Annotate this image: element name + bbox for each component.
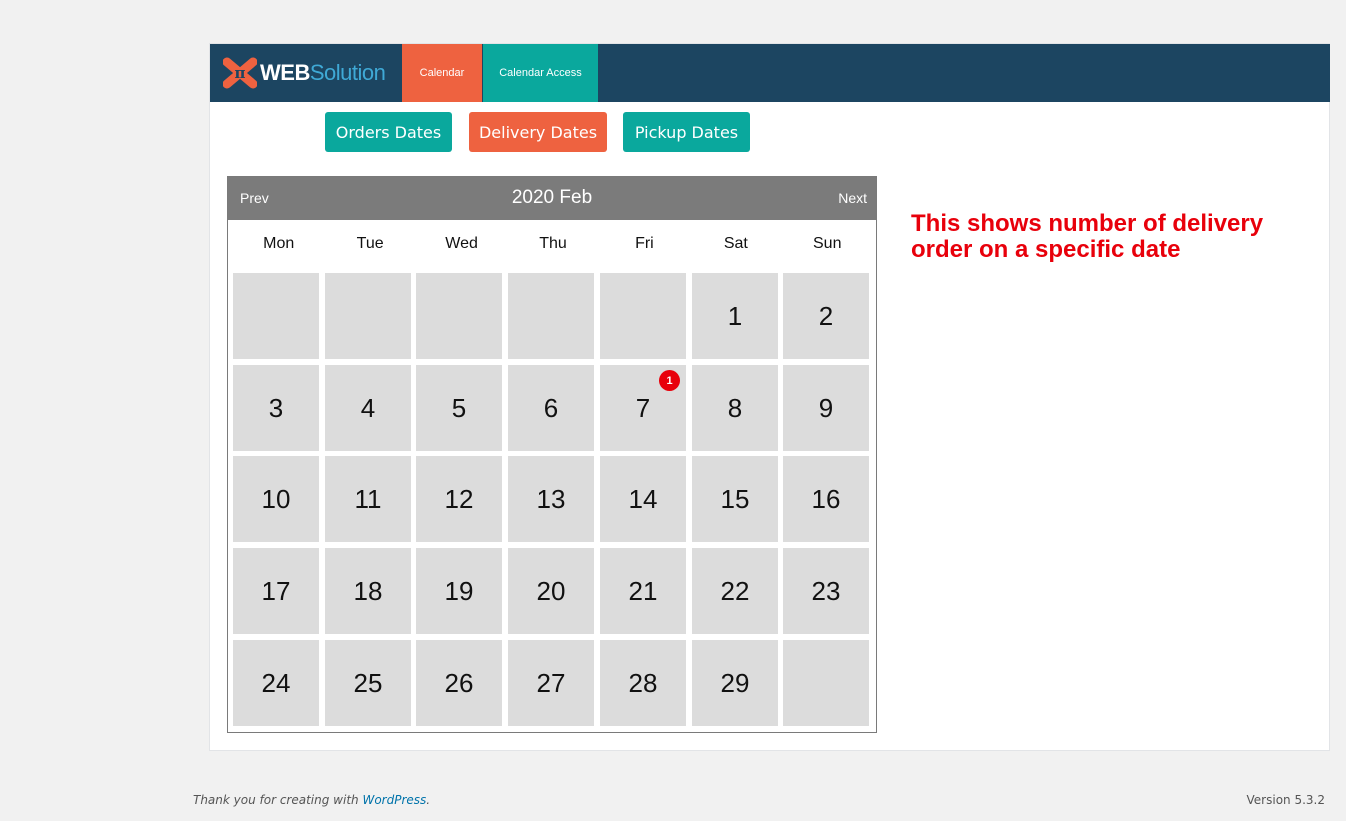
calendar-day-cell[interactable]: 28 bbox=[600, 640, 686, 726]
next-month-button[interactable]: Next bbox=[838, 190, 867, 206]
brand-solution-text: Solution bbox=[309, 60, 386, 85]
calendar-day-cell[interactable]: 24 bbox=[233, 640, 319, 726]
day-number: 4 bbox=[360, 392, 376, 423]
day-number: 27 bbox=[536, 667, 566, 698]
main-panel: π WEBSolution Calendar Calendar Access O… bbox=[209, 43, 1330, 751]
day-number: 8 bbox=[727, 392, 743, 423]
calendar-empty-cell bbox=[600, 273, 686, 359]
day-number: 16 bbox=[811, 483, 841, 514]
calendar-empty-cell bbox=[325, 273, 411, 359]
calendar-day-cell[interactable]: 21 bbox=[600, 548, 686, 634]
calendar-day-cell[interactable]: 1 bbox=[692, 273, 778, 359]
calendar-day-cell[interactable]: 23 bbox=[783, 548, 869, 634]
calendar-day-cell[interactable]: 10 bbox=[233, 456, 319, 542]
weekday-label: Sat bbox=[723, 235, 748, 252]
weekday-label: Thu bbox=[539, 235, 567, 252]
calendar-day-cell[interactable]: 5 bbox=[416, 365, 502, 451]
tab-calendar[interactable]: Calendar bbox=[402, 44, 482, 102]
calendar-month-title: 2020 Feb bbox=[511, 187, 593, 208]
brand-logo: π WEBSolution bbox=[223, 55, 386, 91]
calendar-day-cell[interactable]: 22 bbox=[692, 548, 778, 634]
calendar-widget: Prev 2020 Feb Next Mon Tue Wed Thu Fri Sat Sun… bbox=[227, 176, 877, 733]
day-number: 24 bbox=[261, 667, 291, 698]
calendar-day-cell[interactable]: 17 bbox=[233, 548, 319, 634]
calendar-day-cell[interactable]: 20 bbox=[508, 548, 594, 634]
day-number: 7 bbox=[635, 392, 651, 423]
weekday-label: Wed bbox=[445, 235, 478, 252]
day-number: 21 bbox=[628, 575, 658, 606]
top-navbar: π WEBSolution Calendar Calendar Access bbox=[210, 44, 1330, 102]
calendar-day-cell[interactable]: 4 bbox=[325, 365, 411, 451]
day-number: 18 bbox=[353, 575, 383, 606]
day-number: 20 bbox=[536, 575, 566, 606]
day-number: 17 bbox=[261, 575, 291, 606]
footer-thanks-suffix: . bbox=[426, 793, 431, 807]
calendar-day-cell[interactable]: 18 bbox=[325, 548, 411, 634]
day-number: 11 bbox=[354, 483, 382, 514]
calendar-empty-cell bbox=[233, 273, 319, 359]
day-number: 13 bbox=[536, 483, 566, 514]
brand-web-text: WEB bbox=[260, 60, 310, 85]
pi-logo-icon: π bbox=[223, 57, 257, 89]
pickup-dates-button[interactable]: Pickup Dates bbox=[623, 112, 750, 152]
footer-version: Version 5.3.2 bbox=[1246, 793, 1325, 807]
weekday-label: Tue bbox=[356, 235, 384, 252]
calendar-day-cell[interactable]: 14 bbox=[600, 456, 686, 542]
calendar-day-cell[interactable]: 27 bbox=[508, 640, 594, 726]
day-number: 14 bbox=[628, 483, 658, 514]
calendar-header: Prev 2020 Feb Next bbox=[228, 177, 876, 220]
day-number: 3 bbox=[268, 392, 284, 423]
day-number: 25 bbox=[353, 667, 383, 698]
calendar-day-cell[interactable]: 2 bbox=[783, 273, 869, 359]
day-number: 15 bbox=[720, 483, 750, 514]
weekday-label: Sun bbox=[813, 235, 842, 252]
delivery-dates-button[interactable]: Delivery Dates bbox=[469, 112, 607, 152]
day-number: 28 bbox=[628, 667, 658, 698]
calendar-day-cell[interactable]: 29 bbox=[692, 640, 778, 726]
footer-thanks-text: Thank you for creating with bbox=[193, 793, 363, 807]
calendar-day-cell[interactable]: 12 bbox=[416, 456, 502, 542]
day-number: 5 bbox=[451, 392, 467, 423]
calendar-empty-cell bbox=[416, 273, 502, 359]
day-number: 12 bbox=[444, 483, 474, 514]
calendar-empty-cell bbox=[783, 640, 869, 726]
weekday-label: Mon bbox=[263, 235, 295, 252]
calendar-day-cell[interactable]: 19 bbox=[416, 548, 502, 634]
calendar-day-cell[interactable]: 25 bbox=[325, 640, 411, 726]
footer-thanks: Thank you for creating with WordPress. bbox=[193, 793, 430, 807]
orders-dates-button[interactable]: Orders Dates bbox=[325, 112, 452, 152]
svg-text:π: π bbox=[235, 64, 246, 82]
day-number: 19 bbox=[444, 575, 474, 606]
calendar-day-cell[interactable]: 11 bbox=[325, 456, 411, 542]
weekday-header-row: Mon Tue Wed Thu Fri Sat Sun bbox=[233, 235, 873, 253]
tab-calendar-access[interactable]: Calendar Access bbox=[483, 44, 598, 102]
weekday-label: Fri bbox=[635, 235, 654, 252]
brand-name: WEBSolution bbox=[260, 60, 386, 86]
calendar-day-cell[interactable]: 13 bbox=[508, 456, 594, 542]
calendar-day-cell[interactable]: 6 bbox=[508, 365, 594, 451]
day-number: 26 bbox=[444, 667, 474, 698]
calendar-day-cell[interactable]: 9 bbox=[783, 365, 869, 451]
day-number: 2 bbox=[818, 300, 834, 331]
order-count-badge: 1 bbox=[659, 370, 680, 391]
calendar-day-cell[interactable]: 71 bbox=[600, 365, 686, 451]
calendar-day-cell[interactable]: 3 bbox=[233, 365, 319, 451]
calendar-day-cell[interactable]: 15 bbox=[692, 456, 778, 542]
day-number: 9 bbox=[818, 392, 834, 423]
day-number: 10 bbox=[261, 483, 291, 514]
day-number: 29 bbox=[720, 667, 750, 698]
day-number: 1 bbox=[727, 300, 743, 331]
calendar-empty-cell bbox=[508, 273, 594, 359]
day-number: 23 bbox=[811, 575, 841, 606]
day-number: 22 bbox=[720, 575, 750, 606]
annotation-text: This shows number of delivery order on a… bbox=[911, 210, 1264, 263]
wordpress-link[interactable]: WordPress bbox=[362, 793, 426, 807]
day-number: 6 bbox=[543, 392, 559, 423]
calendar-day-cell[interactable]: 8 bbox=[692, 365, 778, 451]
calendar-day-cell[interactable]: 26 bbox=[416, 640, 502, 726]
calendar-day-cell[interactable]: 16 bbox=[783, 456, 869, 542]
